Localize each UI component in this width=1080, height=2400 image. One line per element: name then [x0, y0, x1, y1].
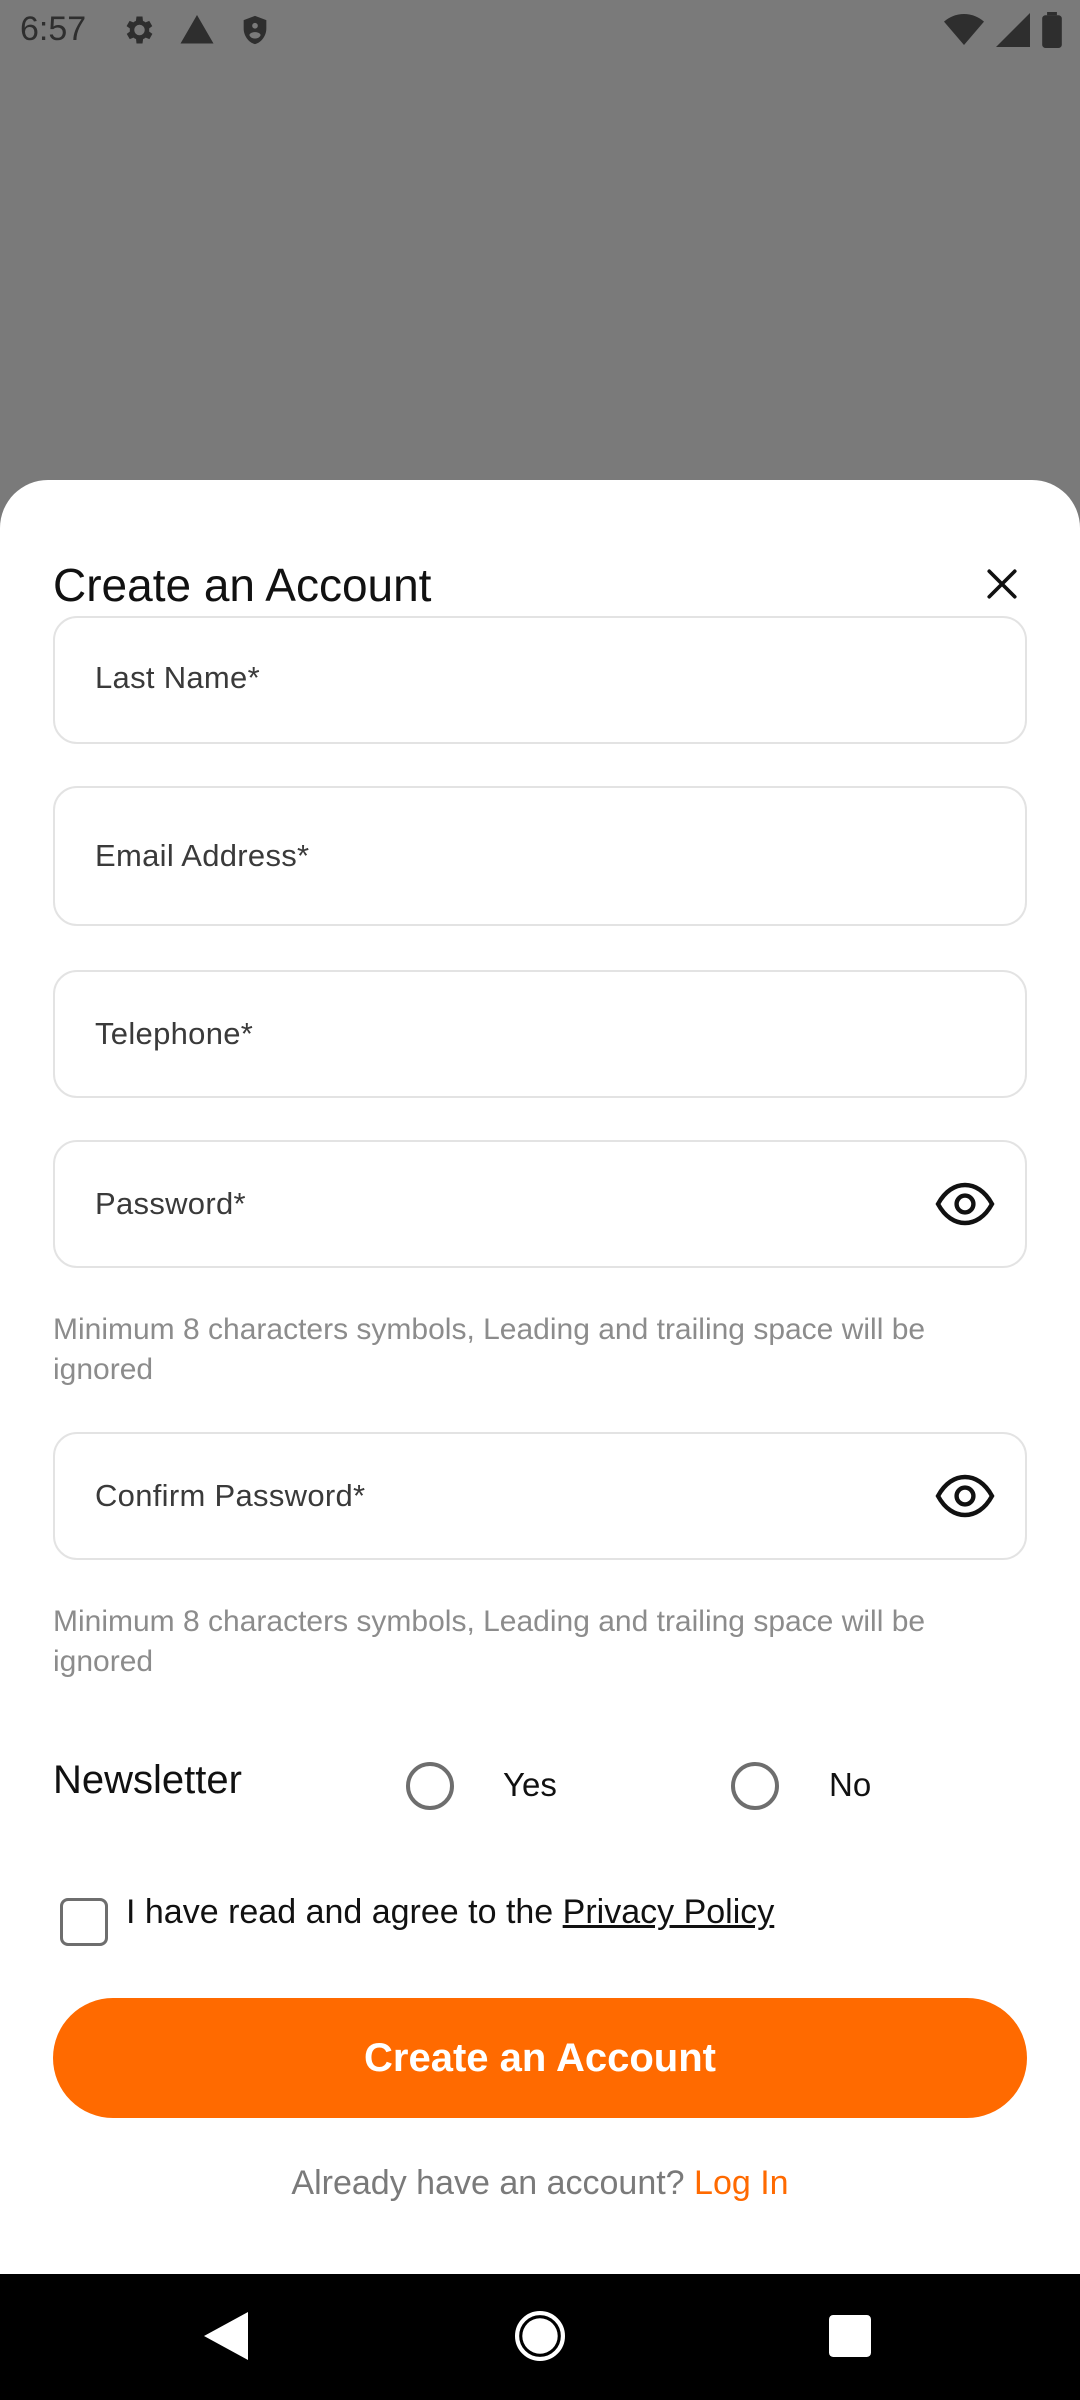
battery-icon	[1042, 12, 1062, 48]
toggle-password-visibility[interactable]	[935, 1182, 995, 1226]
password-hint: Minimum 8 characters symbols, Leading an…	[53, 1313, 926, 1386]
scroll-mask	[0, 480, 1080, 664]
nav-back-button[interactable]	[196, 2306, 256, 2366]
telephone-field[interactable]: Telephone*	[53, 970, 1027, 1098]
newsletter-yes-radio[interactable]	[406, 1762, 454, 1810]
telephone-label: Telephone*	[95, 1016, 254, 1051]
password-label: Password*	[95, 1186, 246, 1221]
login-link[interactable]: Log In	[694, 2164, 789, 2202]
eye-icon	[935, 1182, 995, 1226]
create-account-button[interactable]: Create an Account	[53, 1998, 1027, 2118]
newsletter-label: Newsletter	[53, 1758, 242, 1802]
confirm-password-label: Confirm Password*	[95, 1478, 366, 1513]
toggle-confirm-password-visibility[interactable]	[935, 1474, 995, 1518]
privacy-agree-checkbox[interactable]	[60, 1898, 108, 1946]
status-time: 6:57	[20, 10, 87, 48]
nav-recents-button[interactable]	[820, 2306, 880, 2366]
screen: 6:57 Create an Account Last Name* Email …	[0, 0, 1080, 2400]
privacy-policy-link[interactable]: Privacy Policy	[563, 1893, 775, 1931]
recents-icon	[829, 2315, 871, 2357]
alert-icon	[180, 15, 214, 44]
status-bar: 6:57	[0, 0, 1080, 64]
last-name-label: Last Name*	[95, 660, 260, 695]
home-icon	[515, 2311, 565, 2361]
login-row: Already have an account? Log In	[0, 2164, 1080, 2203]
email-label: Email Address*	[95, 838, 310, 873]
email-field[interactable]: Email Address*	[53, 786, 1027, 926]
agree-text-prefix: I have read and agree to the	[126, 1893, 563, 1931]
eye-icon	[935, 1474, 995, 1518]
shield-icon	[243, 15, 267, 45]
settings-icon	[126, 16, 153, 44]
status-icons-left	[120, 12, 272, 48]
nav-home-button[interactable]	[510, 2306, 570, 2366]
create-account-sheet: Create an Account Last Name* Email Addre…	[0, 480, 1080, 2274]
confirm-password-hint: Minimum 8 characters symbols, Leading an…	[53, 1605, 926, 1678]
signal-icon	[996, 13, 1030, 47]
login-prompt: Already have an account?	[291, 2164, 695, 2202]
password-field[interactable]: Password*	[53, 1140, 1027, 1268]
newsletter-no-radio[interactable]	[731, 1762, 779, 1810]
wifi-icon	[944, 14, 984, 45]
confirm-password-field[interactable]: Confirm Password*	[53, 1432, 1027, 1560]
status-icons-right	[944, 12, 1062, 48]
newsletter-no-label[interactable]: No	[829, 1766, 871, 1804]
agree-text: I have read and agree to the Privacy Pol…	[126, 1893, 774, 1932]
back-icon	[204, 2312, 248, 2360]
navigation-bar	[0, 2274, 1080, 2400]
newsletter-yes-label[interactable]: Yes	[503, 1766, 557, 1804]
